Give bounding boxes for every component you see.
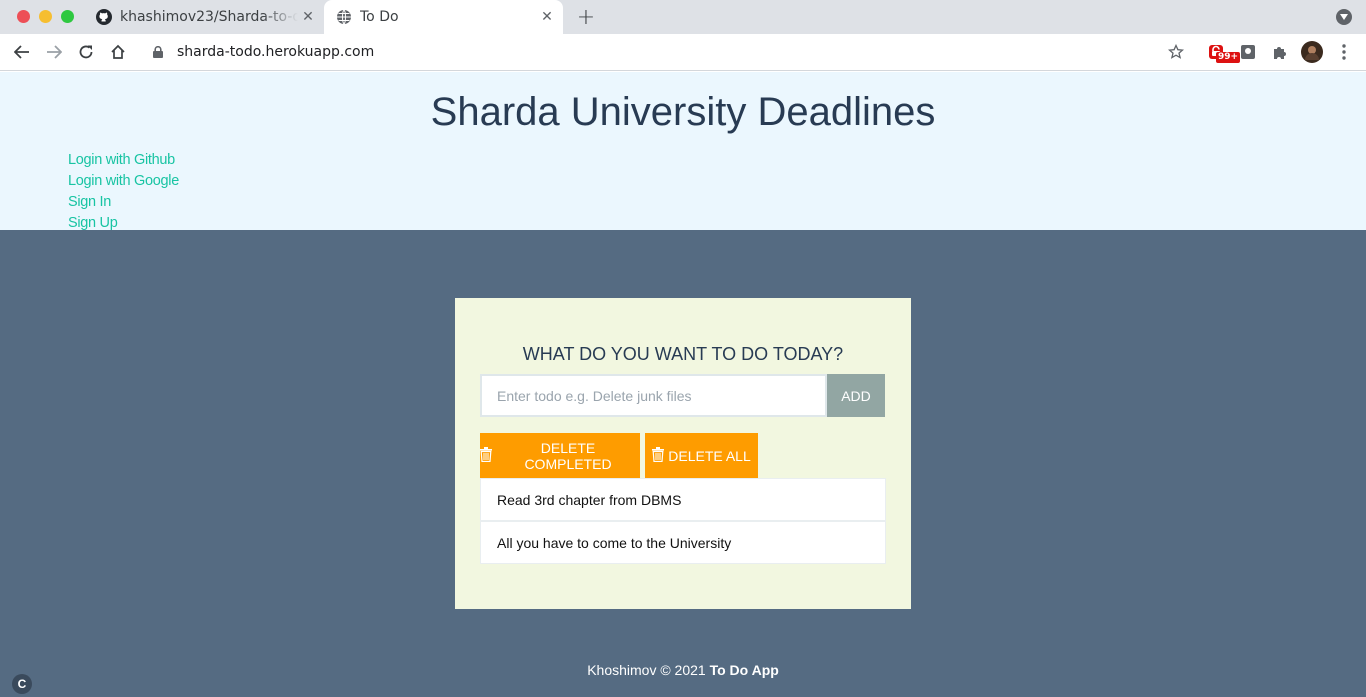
tab-github[interactable]: khashimov23/Sharda-to-do ✕ xyxy=(86,0,324,34)
todo-card: WHAT DO YOU WANT TO DO TODAY? ADD DELETE… xyxy=(455,298,911,609)
browser-toolbar: sharda-todo.herokuapp.com 99+ xyxy=(0,34,1366,71)
home-icon[interactable] xyxy=(105,39,131,65)
delete-completed-button[interactable]: DELETE COMPLETED xyxy=(480,433,640,478)
extension-box-icon[interactable] xyxy=(1235,39,1261,65)
puzzle-icon[interactable] xyxy=(1267,39,1293,65)
close-icon[interactable]: ✕ xyxy=(537,7,557,27)
tab-title: To Do xyxy=(360,9,399,25)
bookmark-star-icon[interactable] xyxy=(1163,39,1189,65)
tab-search-icon[interactable] xyxy=(1336,9,1352,25)
browser-tabstrip: khashimov23/Sharda-to-do ✕ To Do ✕ + xyxy=(0,0,1366,34)
footer-app-name: To Do App xyxy=(709,662,779,678)
auth-links: Login with Github Login with Google Sign… xyxy=(68,148,179,232)
new-tab-button[interactable]: + xyxy=(574,5,598,30)
url-text: sharda-todo.herokuapp.com xyxy=(177,44,375,60)
login-google-link[interactable]: Login with Google xyxy=(68,173,179,189)
window-minimize-button[interactable] xyxy=(39,10,52,23)
tab-todo[interactable]: To Do ✕ xyxy=(324,0,563,34)
todo-heading: WHAT DO YOU WANT TO DO TODAY? xyxy=(522,344,844,364)
footer-text: Khoshimov © 2021 xyxy=(587,662,706,678)
corner-widget-icon[interactable]: C xyxy=(12,674,32,694)
header-section: Sharda University Deadlines Login with G… xyxy=(0,72,1366,232)
tab-title: khashimov23/Sharda-to-do xyxy=(120,9,298,25)
lock-icon[interactable] xyxy=(151,45,165,59)
profile-avatar-icon[interactable] xyxy=(1299,39,1325,65)
close-icon[interactable]: ✕ xyxy=(298,7,318,27)
add-button[interactable]: ADD xyxy=(827,374,885,417)
extension-lock-icon[interactable]: 99+ xyxy=(1203,39,1241,65)
sign-up-link[interactable]: Sign Up xyxy=(68,215,118,231)
delete-all-label: DELETE ALL xyxy=(668,447,751,464)
footer: Khoshimov © 2021 To Do App xyxy=(0,662,1366,678)
todo-list: Read 3rd chapter from DBMS All you have … xyxy=(480,478,886,564)
window-close-button[interactable] xyxy=(17,10,30,23)
forward-icon[interactable] xyxy=(41,39,67,65)
todo-input[interactable] xyxy=(480,374,827,417)
todo-item[interactable]: Read 3rd chapter from DBMS xyxy=(480,478,886,521)
menu-kebab-icon[interactable] xyxy=(1331,39,1357,65)
delete-completed-label: DELETE COMPLETED xyxy=(524,439,612,472)
sign-in-link[interactable]: Sign In xyxy=(68,194,111,210)
trash-icon xyxy=(480,446,492,465)
globe-icon xyxy=(336,9,352,25)
github-icon xyxy=(96,9,112,25)
todo-item[interactable]: All you have to come to the University xyxy=(480,521,886,564)
page-body: Sharda University Deadlines Login with G… xyxy=(0,72,1366,697)
trash-icon xyxy=(652,446,665,465)
reload-icon[interactable] xyxy=(73,39,99,65)
delete-all-button[interactable]: DELETE ALL xyxy=(645,433,758,478)
address-bar[interactable]: sharda-todo.herokuapp.com xyxy=(145,39,1195,65)
window-maximize-button[interactable] xyxy=(61,10,74,23)
page-title: Sharda University Deadlines xyxy=(430,90,936,134)
back-icon[interactable] xyxy=(9,39,35,65)
login-github-link[interactable]: Login with Github xyxy=(68,152,175,168)
